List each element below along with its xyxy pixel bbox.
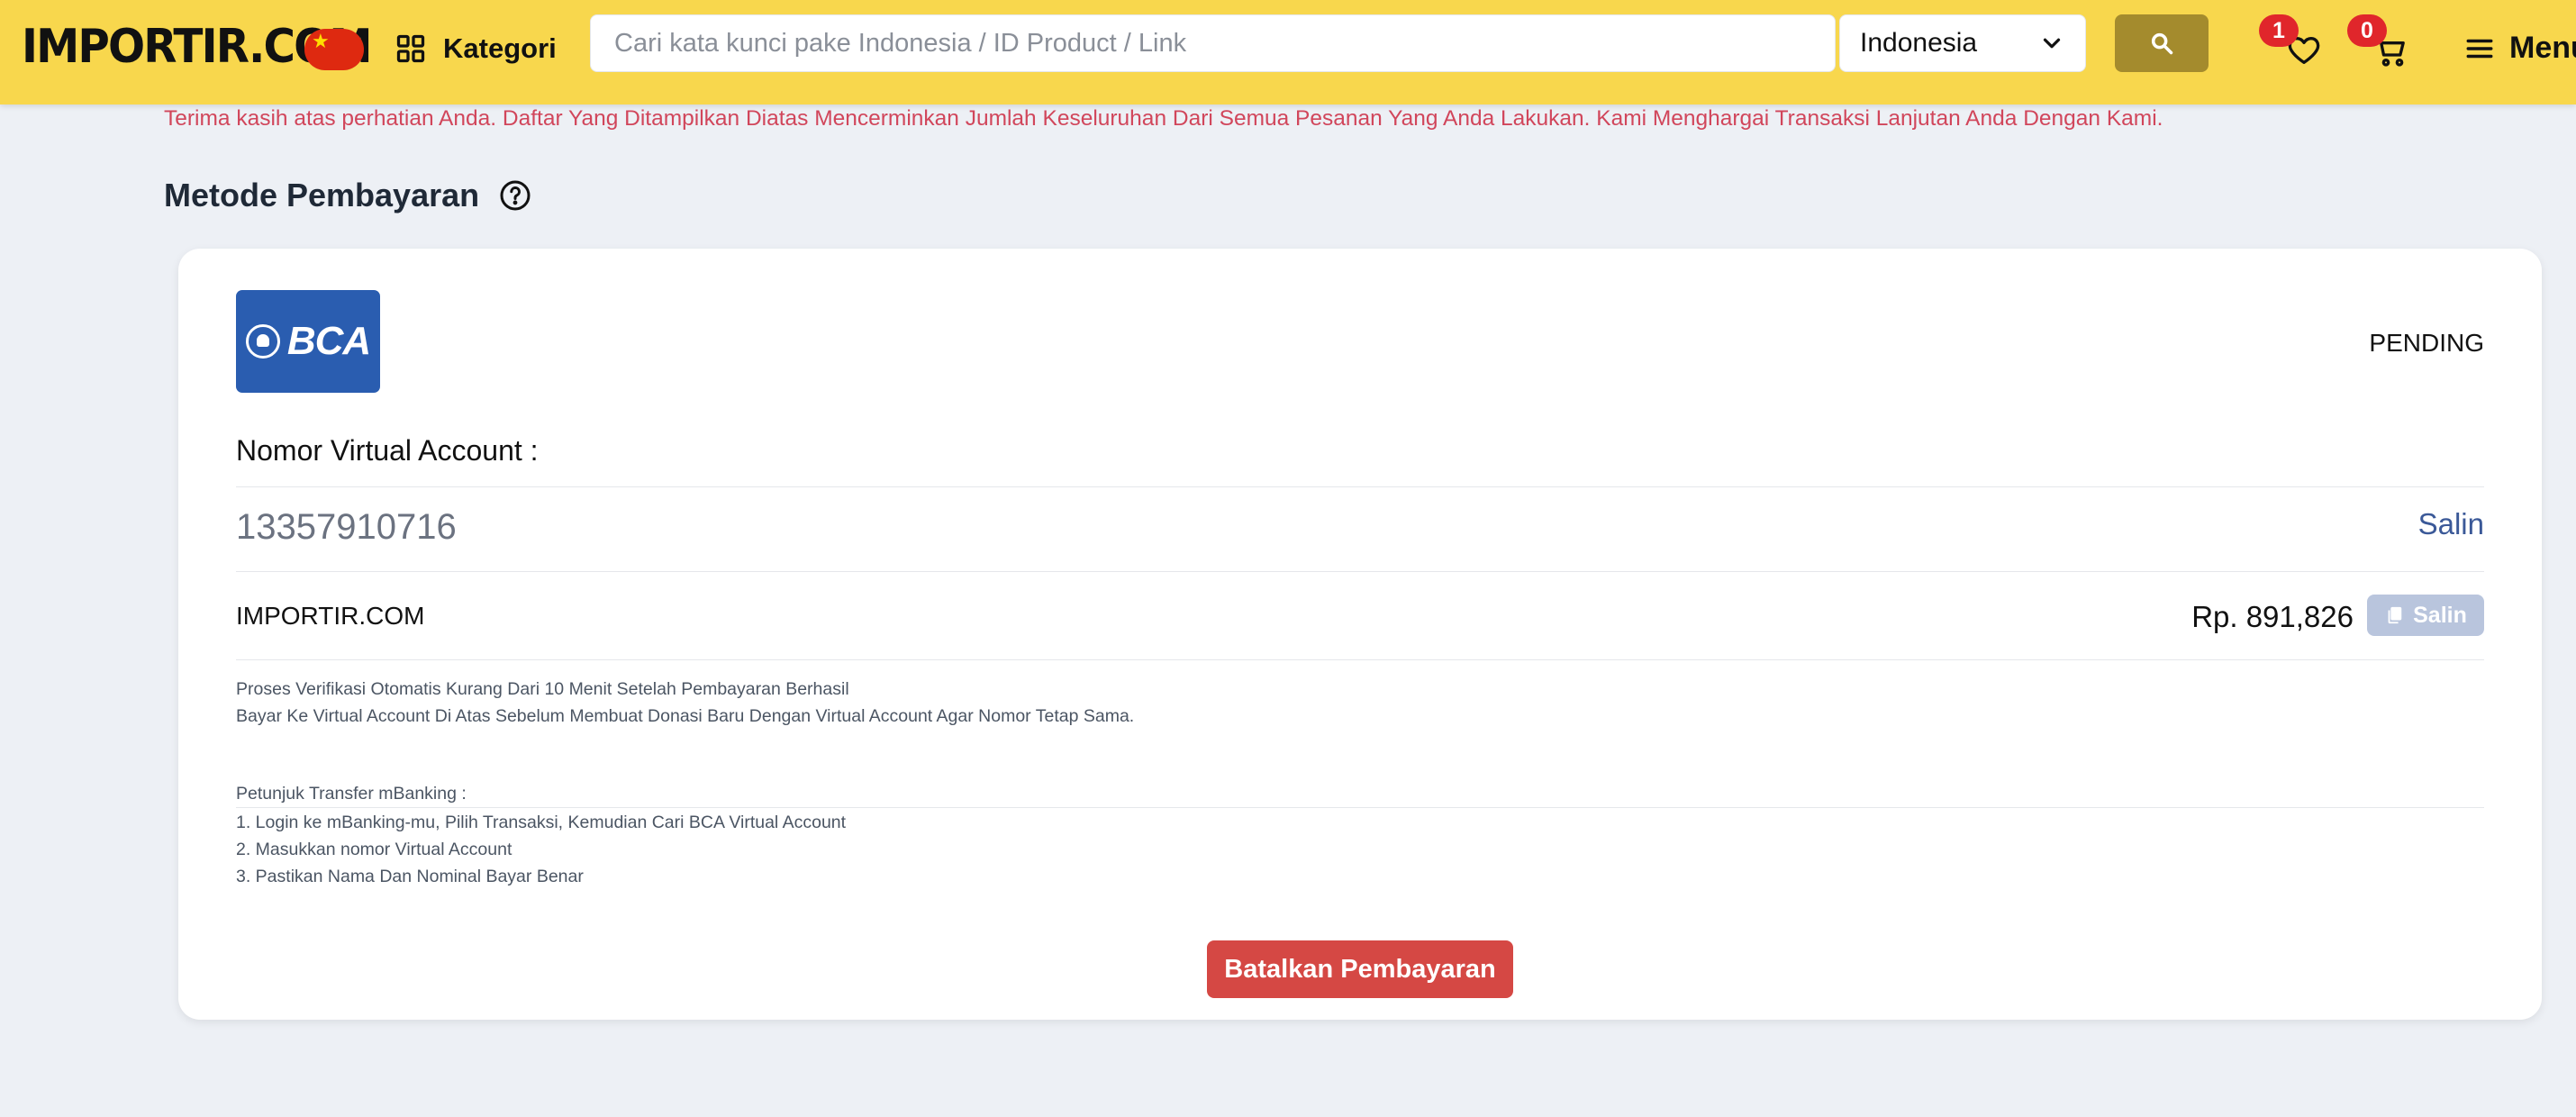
menu-button[interactable]: Menu bbox=[2464, 31, 2576, 66]
search-icon bbox=[2151, 32, 2173, 55]
divider bbox=[236, 807, 2484, 808]
divider bbox=[236, 486, 2484, 487]
country-select-value: Indonesia bbox=[1860, 28, 1978, 58]
category-label: Kategori bbox=[443, 32, 557, 64]
chevron-down-icon bbox=[2043, 38, 2061, 49]
section-title: Metode Pembayaran bbox=[164, 177, 480, 213]
payment-amount: Rp. 891,826 bbox=[2191, 600, 2354, 633]
merchant-name: IMPORTIR.COM bbox=[236, 602, 425, 630]
bank-logo-text: BCA bbox=[286, 319, 371, 363]
hamburger-icon bbox=[2466, 39, 2493, 58]
section-header: Metode Pembayaran bbox=[164, 177, 531, 214]
copy-amount-label: Salin bbox=[2413, 602, 2467, 628]
category-button[interactable]: Kategori bbox=[395, 32, 557, 65]
bca-emblem-icon bbox=[245, 324, 280, 359]
wishlist-count-badge: 1 bbox=[2259, 14, 2299, 47]
info-line: Proses Verifikasi Otomatis Kurang Dari 1… bbox=[236, 679, 849, 699]
grid-icon bbox=[396, 34, 425, 63]
top-navbar: IMPORTIR.COM ★ Kategori Indonesia 1 0 bbox=[0, 0, 2576, 104]
divider bbox=[236, 659, 2484, 660]
copy-icon bbox=[2388, 606, 2402, 624]
order-notice-text: Terima kasih atas perhatian Anda. Daftar… bbox=[164, 106, 2163, 131]
china-flag-icon[interactable]: ★ bbox=[304, 29, 364, 70]
copy-va-link[interactable]: Salin bbox=[2418, 507, 2484, 541]
country-select[interactable]: Indonesia bbox=[1839, 14, 2086, 72]
info-line: Bayar Ke Virtual Account Di Atas Sebelum… bbox=[236, 706, 1135, 726]
help-icon[interactable] bbox=[499, 179, 531, 212]
cancel-payment-button[interactable]: Batalkan Pembayaran bbox=[1207, 940, 1513, 998]
va-label: Nomor Virtual Account : bbox=[236, 434, 539, 467]
payment-card: BCA PENDING Nomor Virtual Account : 1335… bbox=[178, 249, 2542, 1020]
search-input[interactable] bbox=[590, 14, 1836, 72]
copy-amount-button[interactable]: Salin bbox=[2367, 595, 2484, 636]
instructions-title: Petunjuk Transfer mBanking : bbox=[236, 784, 467, 804]
divider bbox=[236, 571, 2484, 572]
va-number: 13357910716 bbox=[236, 507, 457, 547]
instruction-step: 3. Pastikan Nama Dan Nominal Bayar Benar bbox=[236, 867, 584, 886]
payment-status: PENDING bbox=[2369, 329, 2484, 357]
menu-label: Menu bbox=[2509, 31, 2576, 65]
instruction-step: 2. Masukkan nomor Virtual Account bbox=[236, 840, 512, 859]
bca-logo: BCA bbox=[236, 290, 380, 393]
search-button[interactable] bbox=[2115, 14, 2209, 72]
instruction-step: 1. Login ke mBanking-mu, Pilih Transaksi… bbox=[236, 813, 847, 832]
cart-count-badge: 0 bbox=[2347, 14, 2387, 47]
